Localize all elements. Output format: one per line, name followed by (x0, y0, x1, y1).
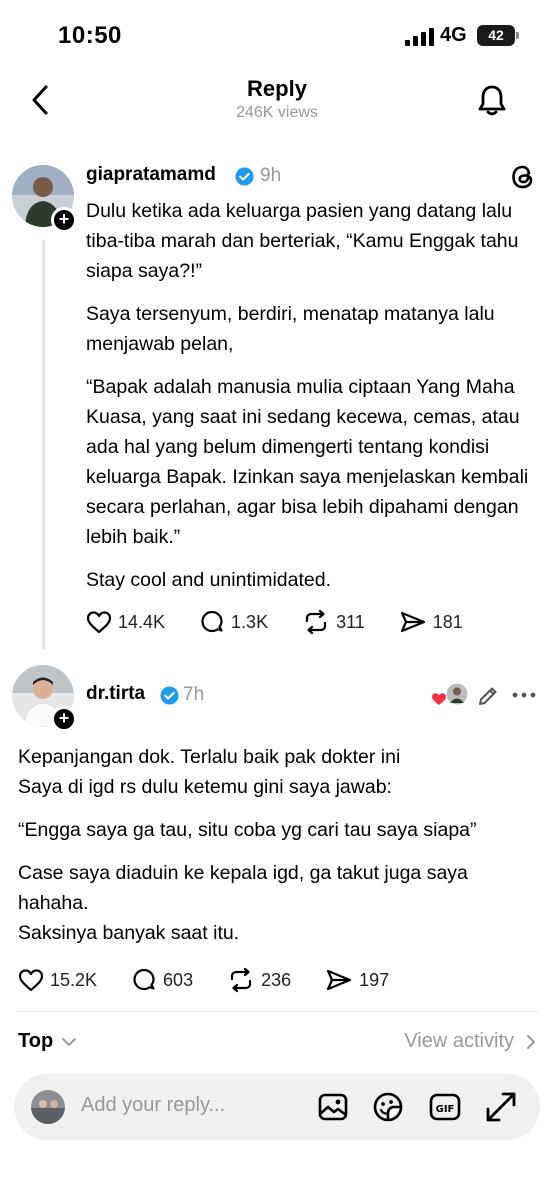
repost-button[interactable]: 236 (227, 967, 291, 993)
reply-body: Kepanjangan dok. Terlalu baik pak dokter… (18, 742, 538, 948)
svg-text:GIF: GIF (436, 1104, 455, 1115)
comment-icon (133, 968, 155, 991)
reply-input[interactable]: Add your reply... (81, 1094, 225, 1117)
repost-count: 236 (261, 969, 292, 990)
verified-icon (235, 167, 254, 186)
header: Reply 246K views (0, 74, 554, 134)
reply-actions: 15.2K 603 236 197 (18, 965, 423, 995)
reply-line: Saya di igd rs dulu ketemu gini saya jaw… (18, 776, 392, 798)
like-button[interactable]: 15.2K (18, 968, 97, 992)
battery-icon: 42 (477, 25, 519, 46)
post-paragraph: “Bapak adalah manusia mulia ciptaan Yang… (86, 376, 529, 548)
user-avatar (31, 1090, 65, 1124)
follow-plus-icon[interactable]: + (51, 706, 77, 732)
like-count: 14.4K (118, 611, 166, 632)
comment-button[interactable]: 603 (131, 967, 193, 993)
threads-icon[interactable] (509, 163, 537, 191)
red-heart-icon (432, 693, 446, 705)
view-count: 246K views (236, 104, 318, 121)
reply-line: Case saya diaduin ke kepala igd, ga taku… (18, 862, 468, 914)
heart-icon (18, 969, 44, 992)
repost-icon (305, 609, 327, 635)
image-icon[interactable] (316, 1090, 350, 1124)
chevron-right-icon[interactable] (524, 1034, 538, 1050)
post-body: Dulu ketika ada keluarga pasien yang dat… (86, 196, 536, 595)
sticker-icon[interactable] (371, 1090, 405, 1124)
share-count: 181 (432, 611, 463, 632)
more-icon[interactable] (511, 690, 537, 700)
reply-line: Kepanjangan dok. Terlalu baik pak dokter… (18, 746, 401, 768)
reply-time: 7h (183, 684, 205, 705)
bell-icon[interactable] (474, 82, 510, 118)
heart-icon (86, 611, 112, 634)
divider (16, 1011, 538, 1012)
share-button[interactable]: 181 (399, 609, 463, 635)
signal-icon (405, 28, 434, 46)
sort-row: Top View activity (18, 1028, 538, 1058)
post-actions: 14.4K 1.3K 311 181 (86, 607, 497, 637)
share-icon (327, 969, 352, 991)
sort-dropdown[interactable]: Top (18, 1030, 53, 1053)
reply-composer[interactable]: Add your reply... GIF (14, 1074, 540, 1140)
follow-plus-icon[interactable]: + (51, 207, 77, 233)
repost-button[interactable]: 311 (302, 609, 365, 635)
like-button[interactable]: 14.4K (86, 610, 165, 634)
comment-count: 1.3K (231, 611, 269, 632)
post-username[interactable]: giapratamamd (86, 164, 216, 186)
reply-line: “Engga saya ga tau, situ coba yg cari ta… (18, 819, 477, 841)
post-paragraph: Stay cool and unintimidated. (86, 569, 331, 591)
repost-icon (230, 967, 252, 993)
share-icon (400, 611, 425, 633)
reply-username[interactable]: dr.tirta (86, 683, 145, 705)
author-liked-badge (430, 683, 468, 709)
repost-count: 311 (336, 611, 365, 632)
comment-button[interactable]: 1.3K (199, 609, 268, 635)
expand-icon[interactable] (484, 1090, 518, 1124)
thread-line (42, 240, 45, 650)
page-title: Reply (247, 76, 307, 101)
post-paragraph: Saya tersenyum, berdiri, menatap matanya… (86, 303, 495, 355)
pencil-icon[interactable] (476, 684, 500, 708)
verified-icon (160, 686, 179, 705)
gif-icon[interactable]: GIF (428, 1090, 462, 1124)
status-time: 10:50 (58, 22, 122, 49)
status-bar: 10:50 4G 42 (0, 0, 554, 74)
chevron-down-icon[interactable] (61, 1034, 77, 1050)
author-avatar-icon (446, 683, 468, 705)
share-button[interactable]: 197 (325, 967, 389, 993)
post-time: 9h (260, 165, 282, 186)
network-label: 4G (440, 24, 467, 46)
comment-count: 603 (163, 969, 194, 990)
view-activity-link[interactable]: View activity (404, 1030, 514, 1053)
share-count: 197 (359, 969, 390, 990)
post-paragraph: Dulu ketika ada keluarga pasien yang dat… (86, 200, 519, 282)
reply-line: Saksinya banyak saat itu. (18, 922, 240, 944)
like-count: 15.2K (50, 969, 98, 990)
comment-icon (201, 610, 223, 633)
